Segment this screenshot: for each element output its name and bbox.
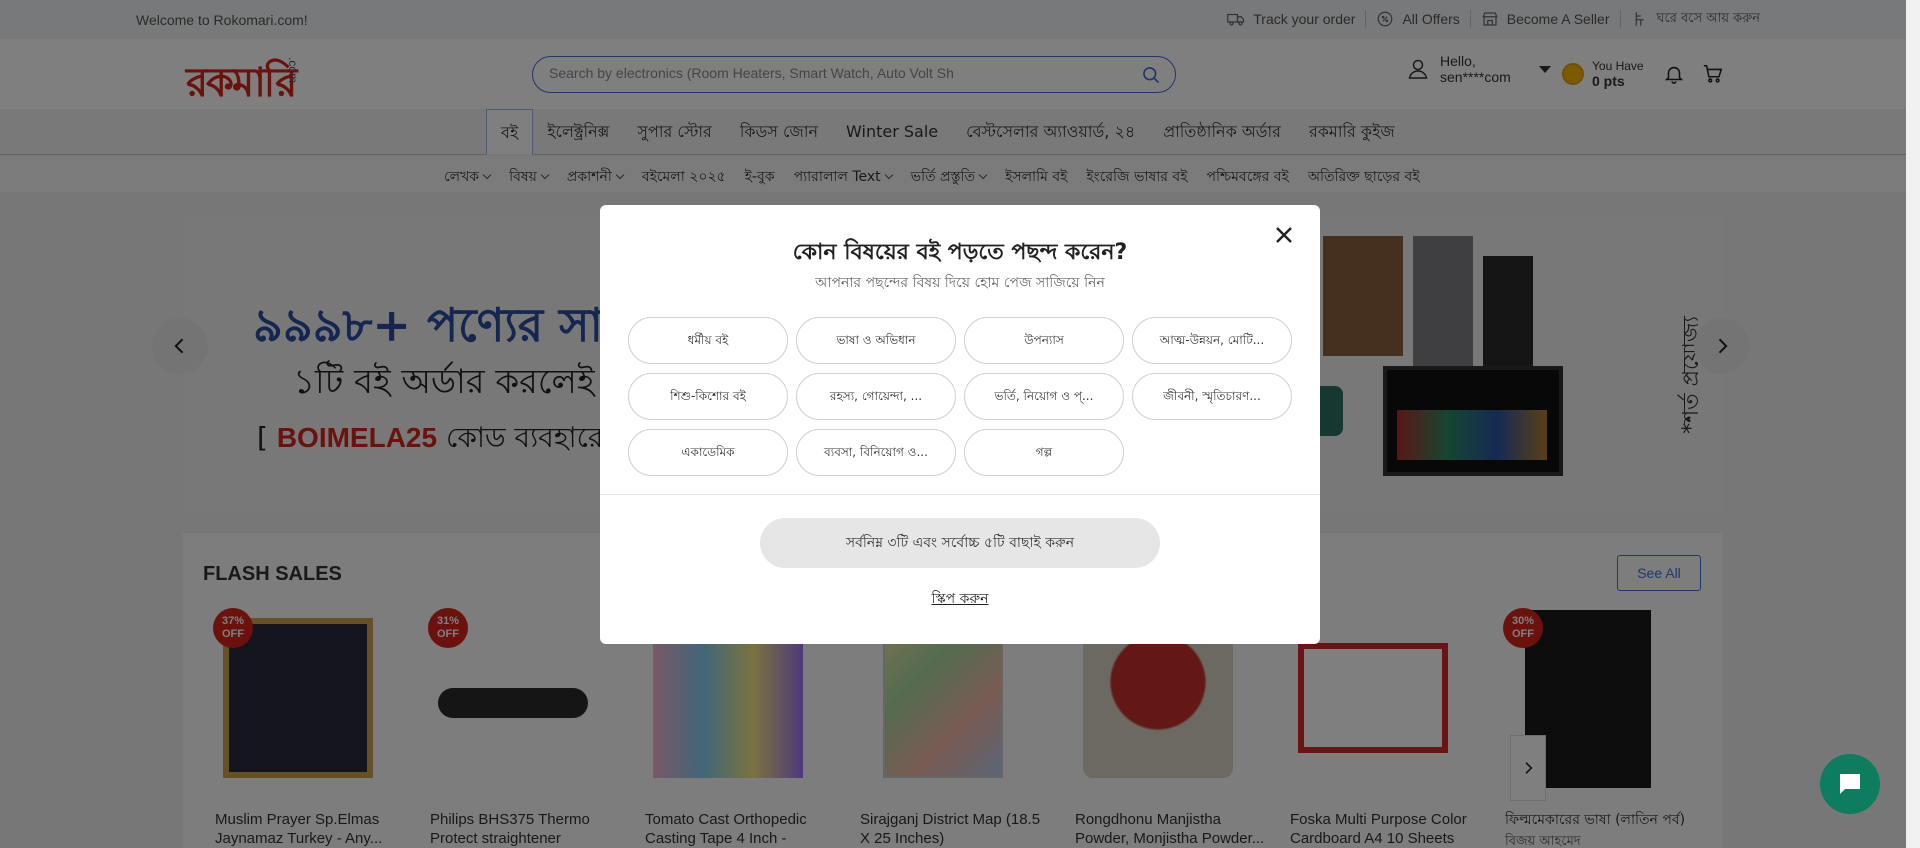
chip-religious[interactable]: ধর্মীয় বই [628, 317, 788, 364]
chip-biography[interactable]: জীবনী, স্মৃতিচারণ... [1132, 373, 1292, 420]
modal-subtitle: আপনার পছন্দের বিষয় দিয়ে হোম পেজ সাজিয়… [815, 275, 1105, 291]
chip-children[interactable]: শিশু-কিশোর বই [628, 373, 788, 420]
chip-academic[interactable]: একাডেমিক [628, 429, 788, 476]
skip-link[interactable]: স্কিপ করুন [600, 587, 1320, 611]
modal-divider [600, 494, 1320, 495]
chip-novel[interactable]: উপন্যাস [964, 317, 1124, 364]
chip-admission-jobs[interactable]: ভর্তি, নিয়োগ ও প্... [964, 373, 1124, 420]
submit-selection-button[interactable]: সর্বনিম্ন ৩টি এবং সর্বোচ্চ ৫টি বাছাই করু… [760, 518, 1160, 568]
chip-business[interactable]: ব্যবসা, বিনিয়োগ ও... [796, 429, 956, 476]
chip-language[interactable]: ভাষা ও অভিধান [796, 317, 956, 364]
chat-bubble-icon [1840, 774, 1860, 794]
chip-story[interactable]: গল্প [964, 429, 1124, 476]
subject-chips: ধর্মীয় বই ভাষা ও অভিধান উপন্যাস আত্ম-উন… [628, 317, 1298, 476]
interest-selection-modal: কোন বিষয়ের বই পড়তে পছন্দ করেন? আপনার প… [600, 205, 1320, 644]
scrollbar[interactable] [1906, 0, 1920, 848]
chip-mystery[interactable]: রহস্য, গোয়েন্দা, ... [796, 373, 956, 420]
modal-title: কোন বিষয়ের বই পড়তে পছন্দ করেন? [792, 240, 1128, 265]
chat-button[interactable] [1820, 754, 1880, 814]
chip-self-development[interactable]: আত্ম-উন্নয়ন, মোটি... [1132, 317, 1292, 364]
